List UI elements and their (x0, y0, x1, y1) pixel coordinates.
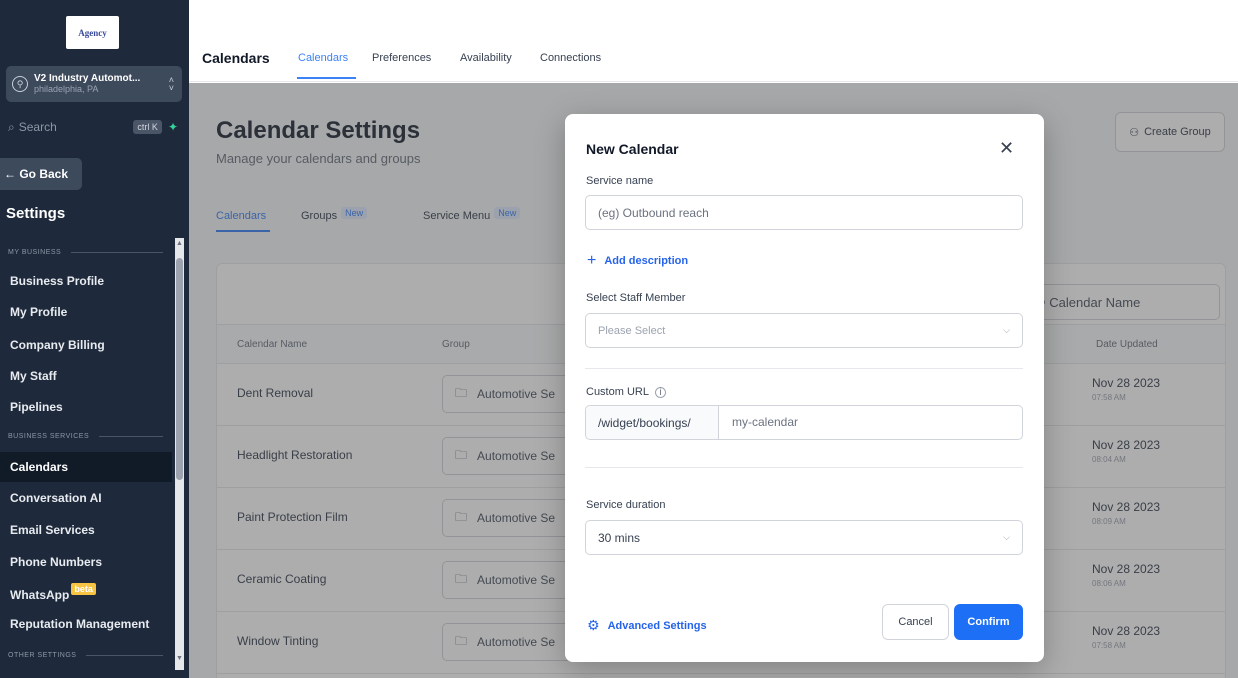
divider (585, 467, 1023, 468)
duration-label: Service duration (586, 499, 666, 511)
location-icon: ⚲ (12, 76, 28, 92)
custom-url-label-row: Custom URL i (586, 386, 666, 398)
tab-connections[interactable]: Connections (540, 52, 601, 64)
sidebar-item-email-services[interactable]: Email Services (0, 515, 172, 545)
sidebar: Agency ⚲ V2 Industry Automot... philadel… (0, 0, 189, 678)
tab-calendars[interactable]: Calendars (298, 52, 348, 64)
plus-icon: + (587, 252, 597, 269)
duration-value: 30 mins (598, 530, 641, 545)
duration-select[interactable]: 30 mins ⌵ (585, 520, 1023, 555)
new-calendar-modal: New Calendar ✕ Service name (eg) Outboun… (565, 114, 1044, 662)
info-icon[interactable]: i (654, 386, 666, 398)
section-business-services: BUSINESS SERVICES (8, 433, 163, 440)
sidebar-item-phone-numbers[interactable]: Phone Numbers (0, 547, 172, 577)
advanced-settings-label: Advanced Settings (607, 619, 707, 632)
confirm-button[interactable]: Confirm (954, 604, 1023, 640)
account-switcher[interactable]: ⚲ V2 Industry Automot... philadelphia, P… (6, 66, 182, 102)
search-shortcut: ctrl K (133, 120, 162, 134)
service-name-label: Service name (586, 175, 654, 187)
active-tab-indicator (297, 77, 356, 79)
sidebar-item-conversation-ai[interactable]: Conversation AI (0, 483, 172, 513)
section-other-settings: OTHER SETTINGS (8, 652, 163, 659)
account-text: V2 Industry Automot... philadelphia, PA (34, 73, 169, 95)
staff-placeholder: Please Select (598, 324, 666, 337)
beta-badge: beta (71, 583, 96, 595)
agency-logo[interactable]: Agency (66, 16, 119, 49)
sidebar-scrollbar-thumb[interactable] (176, 258, 183, 480)
top-nav: Calendars Calendars Preferences Availabi… (189, 0, 1238, 82)
whatsapp-label: WhatsApp (10, 588, 70, 602)
section-my-business: MY BUSINESS (8, 249, 163, 256)
settings-title: Settings (6, 205, 66, 222)
sidebar-item-my-profile[interactable]: My Profile (0, 297, 172, 327)
sidebar-item-reputation-management[interactable]: Reputation Management (0, 609, 172, 639)
custom-url-label: Custom URL (586, 386, 649, 398)
url-value: my-calendar (732, 415, 799, 429)
sidebar-item-company-billing[interactable]: Company Billing (0, 330, 172, 360)
service-name-input[interactable]: (eg) Outbound reach (585, 195, 1023, 230)
logo-text: Agency (78, 27, 107, 38)
staff-select[interactable]: Please Select ⌵ (585, 313, 1023, 348)
scroll-up-arrow-icon[interactable]: ▲ (176, 240, 183, 247)
advanced-settings-button[interactable]: ⚙ Advanced Settings (587, 617, 707, 634)
sidebar-search[interactable]: ⌕ Search ctrl K ✦ (0, 116, 182, 138)
sidebar-item-calendars[interactable]: Calendars (0, 452, 172, 482)
go-back-button[interactable]: ← Go Back (0, 158, 82, 190)
close-icon[interactable]: ✕ (999, 138, 1014, 159)
add-description-button[interactable]: + Add description (587, 252, 688, 270)
custom-url-input[interactable]: /widget/bookings/ my-calendar (585, 405, 1023, 440)
sidebar-item-pipelines[interactable]: Pipelines (0, 392, 172, 422)
top-nav-title: Calendars (202, 50, 270, 66)
staff-label: Select Staff Member (586, 292, 686, 304)
search-icon: ⌕ (8, 119, 15, 134)
tab-availability[interactable]: Availability (460, 52, 512, 64)
modal-title: New Calendar (586, 141, 679, 157)
sidebar-item-whatsapp[interactable]: WhatsApp beta (0, 580, 172, 610)
account-location: philadelphia, PA (34, 84, 99, 94)
tab-preferences[interactable]: Preferences (372, 52, 431, 64)
service-name-placeholder: (eg) Outbound reach (598, 205, 709, 220)
sidebar-item-my-staff[interactable]: My Staff (0, 361, 172, 391)
search-label: Search (18, 120, 57, 134)
gear-icon: ⚙ (587, 617, 600, 633)
sidebar-item-business-profile[interactable]: Business Profile (0, 266, 172, 296)
cancel-button[interactable]: Cancel (882, 604, 949, 640)
scroll-down-arrow-icon[interactable]: ▼ (176, 655, 183, 662)
chevron-down-icon: ⌵ (1003, 532, 1010, 542)
add-description-label: Add description (604, 255, 689, 267)
chevron-down-icon: ⌵ (1003, 325, 1010, 335)
divider (585, 368, 1023, 369)
url-prefix: /widget/bookings/ (586, 406, 719, 439)
chevron-updown-icon: ˄ ˅ (168, 75, 174, 93)
lightning-icon[interactable]: ✦ (168, 120, 178, 134)
account-name: V2 Industry Automot... (34, 73, 141, 84)
